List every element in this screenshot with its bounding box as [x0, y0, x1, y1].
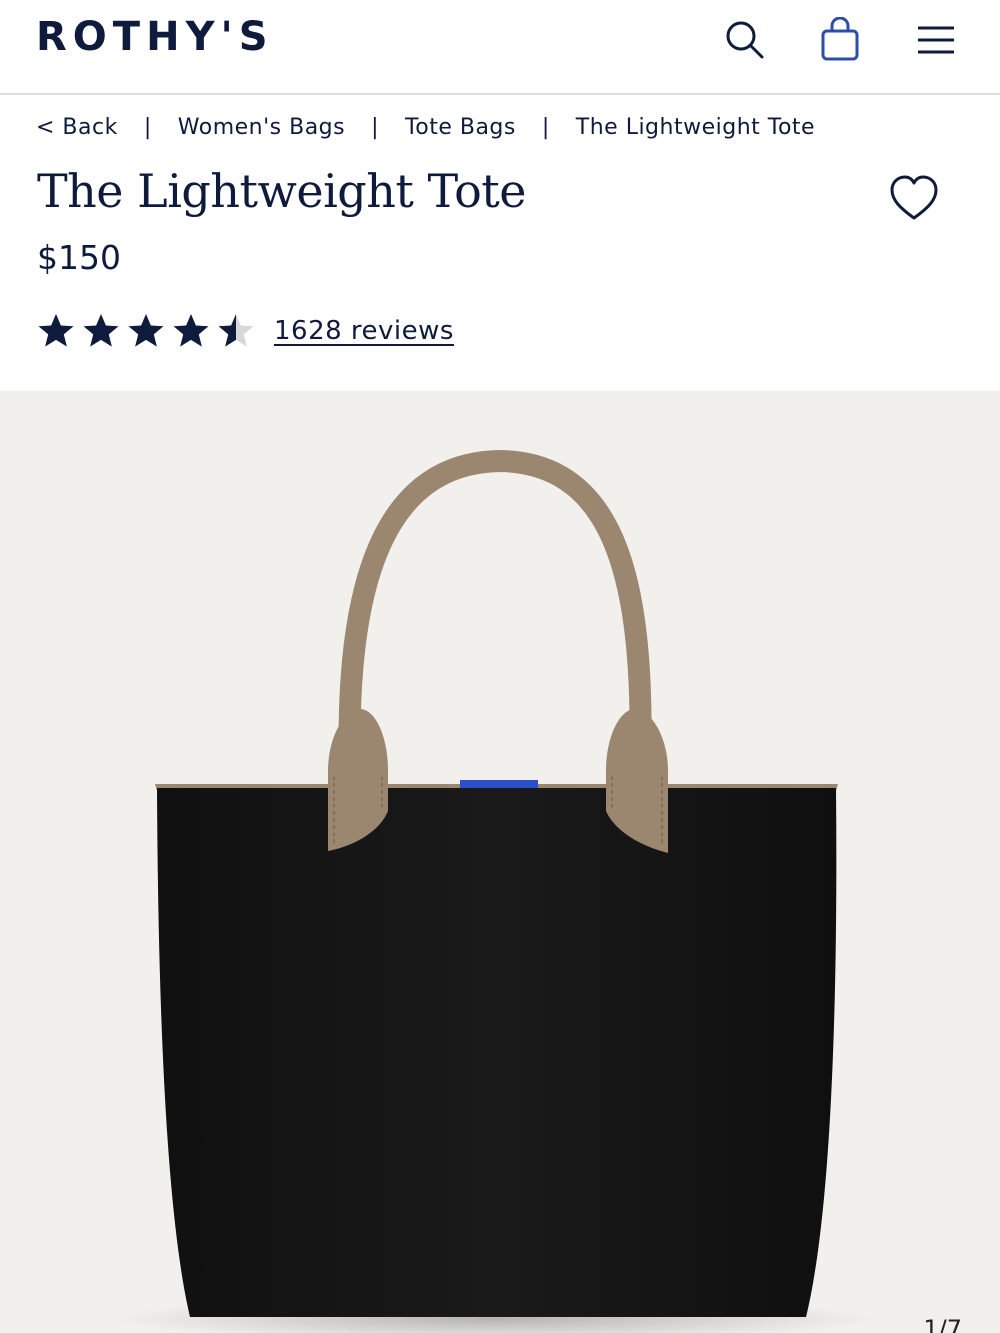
star-icon [218, 314, 254, 347]
menu-icon[interactable] [912, 16, 960, 64]
product-image [115, 449, 875, 1333]
star-icon [173, 314, 209, 347]
product-title: The Lightweight Tote [37, 164, 526, 218]
star-rating [37, 312, 262, 350]
search-icon[interactable] [720, 16, 768, 64]
reviews-link[interactable]: 1628 reviews [274, 316, 454, 346]
brand-logo[interactable]: ROTHY'S [36, 14, 274, 60]
breadcrumb-separator: | [371, 114, 380, 140]
breadcrumb-womens-bags[interactable]: Women's Bags [178, 115, 345, 140]
star-icon [128, 314, 164, 347]
star-icon [83, 314, 119, 347]
product-rating: 1628 reviews [37, 309, 454, 353]
breadcrumb-tote-bags[interactable]: Tote Bags [405, 115, 516, 140]
breadcrumb-separator: | [143, 114, 152, 140]
back-link[interactable]: < Back [36, 115, 118, 140]
heart-outline-icon[interactable] [886, 172, 942, 226]
star-icon [38, 314, 74, 347]
gallery-counter: 1/7 [923, 1315, 962, 1333]
site-header: ROTHY'S [0, 0, 1000, 95]
shopping-bag-icon[interactable] [816, 16, 864, 64]
breadcrumb-separator: | [541, 114, 550, 140]
breadcrumb-current[interactable]: The Lightweight Tote [576, 115, 815, 140]
product-price: $150 [37, 238, 121, 277]
product-image-gallery[interactable]: 1/7 [0, 391, 1000, 1333]
breadcrumb: < Back | Women's Bags | Tote Bags | The … [36, 112, 815, 142]
